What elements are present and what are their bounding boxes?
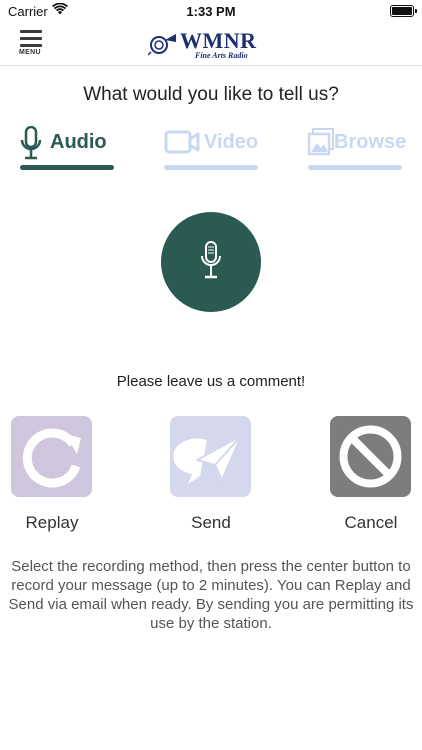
status-time: 1:33 PM xyxy=(186,4,236,19)
french-horn-icon xyxy=(148,34,176,56)
tab-audio[interactable]: Audio xyxy=(20,122,114,170)
instructions-text: Select the recording method, then press … xyxy=(8,558,414,632)
replay-button[interactable]: Replay xyxy=(11,416,93,532)
tab-audio-indicator xyxy=(20,165,114,170)
gallery-icon xyxy=(308,128,334,156)
app-header: MENU WMNR Fine Arts Radio xyxy=(0,22,422,66)
cancel-label: Cancel xyxy=(344,513,398,532)
menu-icon-bar xyxy=(20,37,42,40)
send-label: Send xyxy=(191,513,231,532)
tab-browse-label: Browse xyxy=(334,131,407,153)
menu-icon-bar xyxy=(20,44,42,47)
comment-prompt: Please leave us a comment! xyxy=(116,373,306,390)
menu-icon xyxy=(20,30,42,33)
logo-subtitle: Fine Arts Radio xyxy=(195,51,248,60)
record-button[interactable] xyxy=(161,212,261,312)
replay-tile[interactable] xyxy=(11,416,92,497)
cancel-button[interactable]: Cancel xyxy=(330,416,412,532)
menu-button[interactable]: MENU xyxy=(19,30,44,60)
battery-fill xyxy=(392,7,412,15)
video-camera-icon xyxy=(164,130,200,154)
page-title: What would you like to tell us? xyxy=(83,84,339,105)
tab-video-label: Video xyxy=(204,131,259,153)
tab-video[interactable]: Video xyxy=(164,122,258,170)
tab-audio-label: Audio xyxy=(50,131,107,153)
microphone-icon xyxy=(20,126,42,160)
station-logo: WMNR Fine Arts Radio xyxy=(148,28,274,62)
microphone-icon xyxy=(201,241,221,279)
cancel-tile[interactable] xyxy=(330,416,411,497)
send-button[interactable]: Send xyxy=(170,416,252,532)
send-tile[interactable] xyxy=(170,416,251,497)
replay-icon xyxy=(22,428,81,488)
menu-label: MENU xyxy=(19,49,41,56)
status-bar: Carrier 1:33 PM xyxy=(0,0,422,22)
cancel-icon xyxy=(339,425,402,488)
battery-icon xyxy=(390,5,417,17)
tab-browse-indicator xyxy=(308,165,402,170)
replay-label: Replay xyxy=(25,513,79,532)
tab-browse[interactable]: Browse xyxy=(308,122,406,170)
tab-video-indicator xyxy=(164,165,258,170)
send-icon xyxy=(173,435,242,484)
